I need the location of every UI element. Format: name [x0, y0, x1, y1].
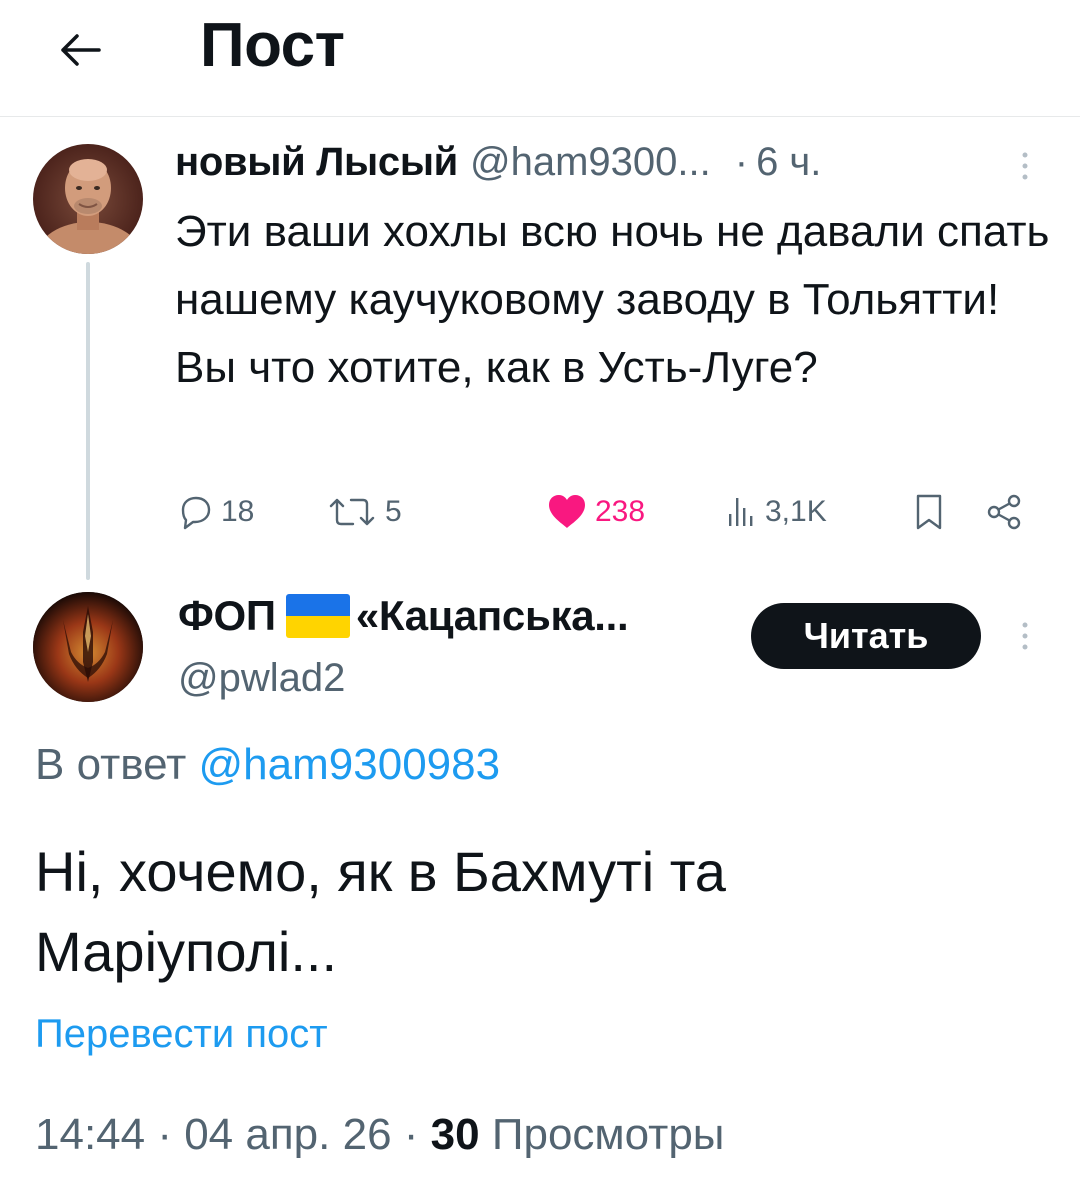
views-label: Просмотры: [491, 1110, 725, 1159]
page-title: Пост: [200, 11, 345, 80]
tweet-text: Ні, хочемо, як в Бахмуті та Маріуполі...: [35, 840, 726, 983]
bookmark-icon: [916, 494, 942, 530]
top-bar: Пост: [0, 0, 1080, 117]
tweet-text-line: Эти ваши хохлы всю ночь не давали спать …: [175, 207, 1050, 324]
repost-count: 5: [385, 495, 402, 528]
timestamp[interactable]: 14:44 · 04 апр. 26 ·: [35, 1110, 418, 1159]
repost-icon: [329, 498, 375, 526]
like-button[interactable]: 238: [545, 484, 645, 540]
heart-icon: [549, 495, 585, 528]
tweet-meta: 14:44 · 04 апр. 26 · 30 Просмотры: [35, 1110, 724, 1160]
tweet-time[interactable]: 6 ч.: [756, 140, 821, 185]
share-button[interactable]: [985, 484, 1031, 540]
views-icon: [729, 498, 753, 526]
author-handle[interactable]: @pwlad2: [178, 656, 345, 701]
like-count: 238: [595, 495, 646, 528]
ukraine-flag-icon: [285, 594, 350, 638]
reply-context: В ответ @ham9300983: [35, 740, 500, 790]
reply-button[interactable]: 18: [175, 484, 254, 540]
author-name-suffix: «Кацапська...: [355, 592, 629, 639]
more-vertical-icon[interactable]: [1010, 616, 1040, 656]
tweet-text-line: Вы что хотите, как в Усть-Луге?: [175, 343, 818, 392]
repost-button[interactable]: 5: [325, 484, 402, 540]
reply-icon: [181, 496, 211, 530]
author-handle[interactable]: @ham9300...: [470, 140, 711, 185]
views-count: 3,1K: [765, 495, 827, 528]
share-icon: [987, 494, 1021, 530]
reply-count: 18: [221, 495, 255, 528]
tweet-header: новый Лысый @ham9300... · 6 ч.: [175, 136, 821, 188]
views-count: 30: [430, 1110, 480, 1159]
separator-dot: ·: [734, 139, 749, 184]
views-button[interactable]: 3,1K: [723, 484, 827, 540]
translate-post-link[interactable]: Перевести пост: [35, 1012, 328, 1057]
author-name-prefix: ФОП: [178, 592, 276, 639]
more-vertical-icon[interactable]: [1010, 146, 1040, 186]
follow-button[interactable]: Читать: [751, 603, 981, 669]
bookmark-button[interactable]: [909, 484, 955, 540]
back-arrow-icon[interactable]: [48, 18, 112, 82]
avatar[interactable]: [33, 592, 143, 702]
reply-mention-link[interactable]: @ham9300983: [199, 740, 501, 789]
author-name[interactable]: ФОП «Кацапська...: [178, 592, 629, 640]
tweet-actions: 18 5 238 3,1K: [175, 484, 1055, 540]
avatar[interactable]: [33, 144, 143, 254]
tweet-text: Эти ваши хохлы всю ночь не давали спать …: [175, 198, 1065, 402]
author-name[interactable]: новый Лысый: [175, 140, 458, 185]
thread-connector: [86, 262, 90, 580]
reply-prefix: В ответ: [35, 740, 187, 789]
